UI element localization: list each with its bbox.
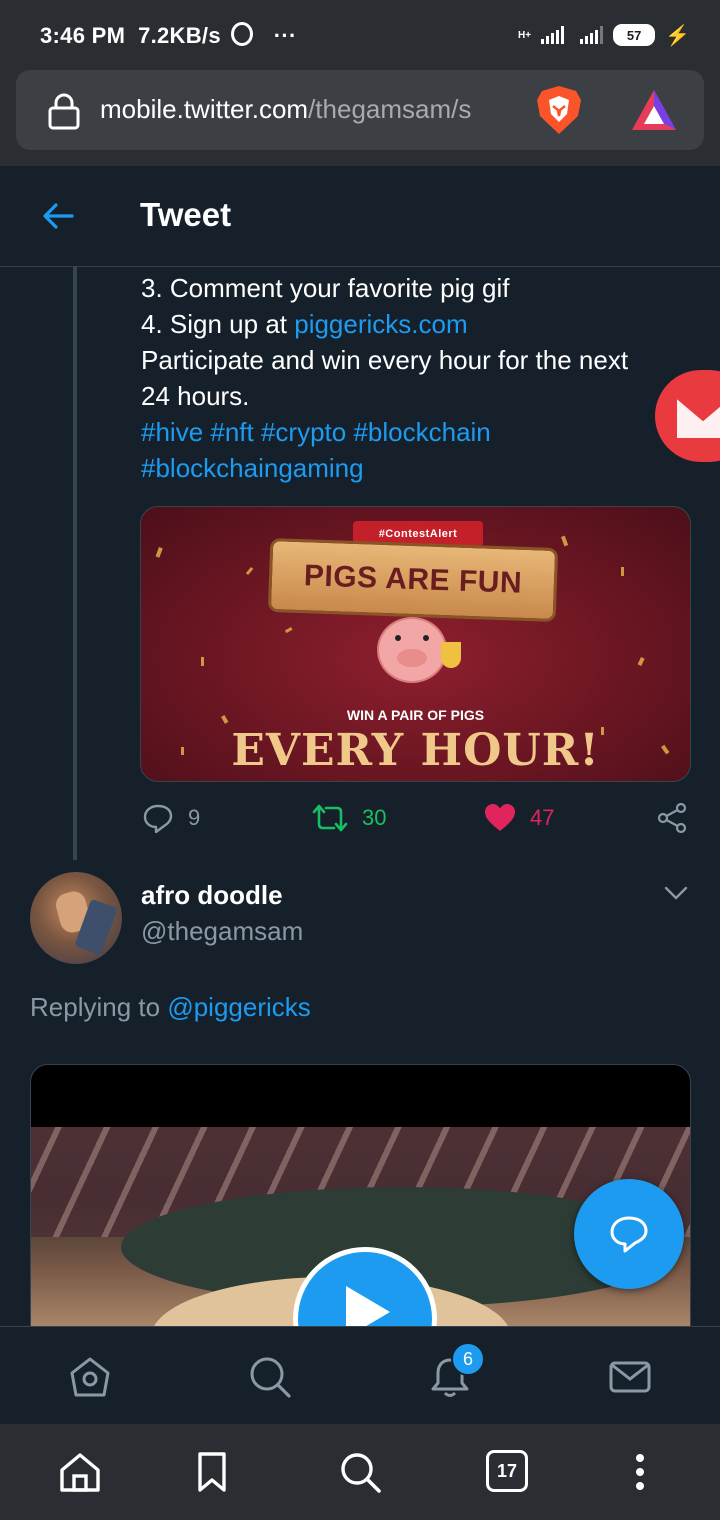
mail-envelope-icon (675, 394, 720, 438)
replying-to: Replying to @piggericks (30, 992, 311, 1022)
signal-2-icon (580, 26, 604, 44)
tweet-text-line: 3. Comment your favorite pig gif (141, 273, 510, 303)
page-title: Tweet (140, 196, 232, 233)
status-indicators: H+ 57 ⚡ (518, 20, 690, 50)
data-saver-icon (231, 22, 254, 46)
floating-app-bubble[interactable] (655, 370, 720, 462)
retweet-count: 30 (362, 805, 387, 830)
tweet-text-line: Participate and win every hour for the n… (141, 345, 629, 375)
home-icon[interactable] (68, 1355, 112, 1399)
like-count: 47 (530, 805, 555, 830)
reply-bubble-icon (610, 1216, 648, 1253)
notification-count-badge: 6 (451, 1342, 485, 1376)
signal-icon (541, 26, 565, 44)
more-menu-icon[interactable] (618, 1450, 662, 1494)
retweet-icon (312, 804, 348, 832)
piggericks-link[interactable]: piggericks.com (294, 309, 467, 339)
share-icon[interactable] (656, 802, 688, 834)
tweet-text-line: 4. Sign up at piggericks.com (141, 309, 468, 339)
browser-home-icon[interactable] (58, 1450, 102, 1494)
brave-rewards-icon[interactable] (630, 88, 678, 132)
pig-mascot (377, 617, 447, 683)
like-button[interactable]: 47 (484, 800, 554, 836)
replying-to-link[interactable]: @piggericks (167, 992, 310, 1022)
url-text[interactable]: mobile.twitter.com/thegamsam/s (100, 94, 515, 125)
reply-button[interactable]: 9 (142, 800, 200, 836)
avatar[interactable] (30, 872, 122, 964)
image-subtitle: WIN A PAIR OF PIGS (346, 707, 485, 723)
author-handle[interactable]: @thegamsam (141, 916, 303, 947)
twitter-bottom-nav (0, 1326, 720, 1425)
browser-search-icon[interactable] (338, 1450, 382, 1494)
compose-reply-button[interactable] (574, 1179, 684, 1289)
search-icon[interactable] (248, 1355, 292, 1399)
tabs-button[interactable]: 17 (486, 1450, 528, 1492)
trophy-icon (441, 642, 461, 668)
reply-count: 9 (188, 805, 201, 830)
browser-toolbar: mobile.twitter.com/thegamsam/s (0, 70, 720, 166)
thread-connector (73, 266, 77, 860)
messages-icon[interactable] (608, 1355, 652, 1399)
reply-icon (143, 804, 173, 834)
battery-icon: 57 (613, 24, 656, 46)
more-notifications-icon: ··· (273, 23, 297, 48)
contest-image[interactable]: #ContestAlert PIGS ARE FUN WIN A PAIR OF… (140, 506, 691, 782)
network-type: H+ (518, 29, 532, 41)
lock-icon[interactable] (46, 92, 82, 130)
browser-bottom-bar: 17 (0, 1424, 720, 1520)
back-arrow-icon[interactable] (40, 198, 76, 234)
wooden-banner: PIGS ARE FUN (267, 537, 559, 623)
chevron-down-icon[interactable] (664, 885, 688, 901)
charging-icon: ⚡ (665, 24, 690, 47)
brave-shields-icon[interactable] (534, 84, 584, 136)
hashtags-line[interactable]: #hive #nft #crypto #blockchain (141, 414, 491, 450)
hashtag-blockchaingaming[interactable]: #blockchaingaming (141, 450, 364, 486)
retweet-button[interactable]: 30 (312, 800, 386, 836)
status-time: 3:46 PM 7.2KB/s ··· (40, 22, 297, 48)
address-bar[interactable]: mobile.twitter.com/thegamsam/s (16, 70, 704, 150)
heart-icon (485, 804, 515, 831)
bookmark-icon[interactable] (190, 1450, 234, 1494)
tweet-header: Tweet (0, 166, 720, 267)
author-name[interactable]: afro doodle (141, 880, 283, 911)
image-headline: EVERY HOUR! (231, 725, 600, 776)
tweet-text-line: 24 hours. (141, 381, 250, 411)
status-bar: 3:46 PM 7.2KB/s ··· H+ 57 ⚡ (0, 0, 720, 70)
tab-count: 17 (496, 1460, 518, 1481)
